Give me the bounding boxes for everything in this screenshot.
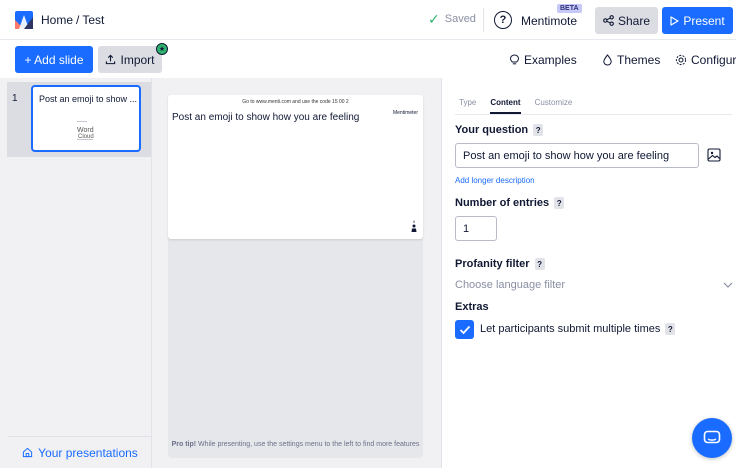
extras-label: Extras <box>455 301 489 313</box>
multiple-help-icon[interactable]: ? <box>665 323 676 335</box>
saved-label: Saved <box>444 13 476 25</box>
saved-status: ✓ Saved <box>428 11 476 27</box>
profanity-select[interactable]: Choose language filter <box>455 277 733 293</box>
toolbar: + Add slide Import ★ Examples Themes Con… <box>0 40 736 78</box>
share-button[interactable]: Share <box>595 7 658 34</box>
share-icon <box>603 15 614 26</box>
breadcrumb: Home / Test <box>41 13 104 27</box>
word-cloud-thumbnail: Word Cloud <box>77 119 101 140</box>
add-description-link[interactable]: Add longer description <box>455 176 535 185</box>
question-input[interactable]: Post an emoji to show how you are feelin… <box>455 143 699 168</box>
drop-icon <box>603 54 612 66</box>
thumbnail-word: Word <box>77 127 94 134</box>
breadcrumb-current[interactable]: Test <box>82 13 104 27</box>
check-icon: ✓ <box>428 11 440 27</box>
gear-icon <box>675 54 687 66</box>
profanity-placeholder: Choose language filter <box>455 279 566 291</box>
breadcrumb-separator: / <box>76 13 80 27</box>
home-icon <box>23 447 33 458</box>
multiple-submissions-label[interactable]: Let participants submit multiple times <box>480 323 660 335</box>
slide-preview[interactable]: Go to www.menti.com and use the code 15 … <box>168 95 423 239</box>
preview-question: Post an emoji to show how you are feelin… <box>172 112 360 123</box>
mentimeter-editor: Home / Test ✓ Saved ? Mentimote BETA Sha… <box>0 0 736 468</box>
configure-label: Configure <box>691 53 736 67</box>
question-help-icon[interactable]: ? <box>533 124 544 136</box>
slide-thumbnail-title: Post an emoji to show ... <box>39 94 138 104</box>
editor-panel <box>441 78 736 468</box>
question-label-row: Your question ? <box>455 124 544 136</box>
chevron-down-icon <box>723 282 733 288</box>
preview-join-code: Go to www.menti.com and use the code 15 … <box>242 99 349 105</box>
play-icon <box>670 15 679 26</box>
examples-button[interactable]: Examples <box>509 53 577 67</box>
image-icon[interactable] <box>707 148 721 162</box>
import-label: Import <box>120 52 155 67</box>
pro-tip: Pro tip! While presenting, use the setti… <box>168 440 423 449</box>
beta-badge: BETA <box>557 4 582 13</box>
examples-label: Examples <box>524 53 577 67</box>
upload-icon <box>106 54 116 65</box>
your-presentations-label: Your presentations <box>38 445 138 460</box>
profanity-label: Profanity filter <box>455 258 530 270</box>
present-label: Present <box>683 13 725 28</box>
entries-help-icon[interactable]: ? <box>554 197 565 209</box>
lightbulb-icon <box>509 54 520 65</box>
configure-button[interactable]: Configure <box>675 53 736 67</box>
preview-brand: Mentimeter <box>392 110 418 116</box>
import-button[interactable]: Import <box>98 46 162 73</box>
pro-tip-text: While presenting, use the settings menu … <box>196 441 420 448</box>
multiple-submissions-row: Let participants submit multiple times ? <box>480 323 676 335</box>
star-icon: ★ <box>156 43 168 55</box>
help-button[interactable]: ? <box>494 11 512 29</box>
slide-number: 1 <box>12 93 18 104</box>
tab-content[interactable]: Content <box>490 98 521 114</box>
breadcrumb-home[interactable]: Home <box>41 13 73 27</box>
share-label: Share <box>617 13 651 28</box>
slide-thumbnail[interactable]: Post an emoji to show ... Word Cloud <box>31 85 141 152</box>
themes-label: Themes <box>617 53 661 67</box>
multiple-submissions-checkbox[interactable] <box>455 320 474 339</box>
divider <box>483 8 484 32</box>
entries-input[interactable]: 1 <box>455 216 497 241</box>
question-label: Your question <box>455 124 529 136</box>
your-presentations-link[interactable]: Your presentations <box>8 436 152 468</box>
top-bar: Home / Test ✓ Saved ? Mentimote BETA Sha… <box>0 0 736 40</box>
themes-button[interactable]: Themes <box>602 53 660 67</box>
profanity-help-icon[interactable]: ? <box>534 258 545 270</box>
present-button[interactable]: Present <box>662 7 733 34</box>
chat-icon <box>703 430 721 444</box>
tab-customize[interactable]: Customize <box>535 98 573 114</box>
participant-count: 0 <box>411 220 417 234</box>
entries-label-row: Number of entries ? <box>455 197 565 209</box>
profanity-label-row: Profanity filter ? <box>455 258 545 270</box>
mentimeter-logo-icon[interactable] <box>15 11 33 29</box>
tabs-divider <box>455 114 732 115</box>
add-slide-button[interactable]: + Add slide <box>15 46 93 73</box>
entries-label: Number of entries <box>455 197 550 209</box>
editor-tabs: Type Content Customize <box>459 98 572 114</box>
pro-tip-bold: Pro tip! <box>171 441 197 448</box>
mentimote-button[interactable]: Mentimote <box>521 14 577 28</box>
chat-support-button[interactable] <box>692 418 732 458</box>
tab-type[interactable]: Type <box>459 98 476 114</box>
person-icon <box>411 224 417 232</box>
checkmark-icon <box>459 325 470 334</box>
